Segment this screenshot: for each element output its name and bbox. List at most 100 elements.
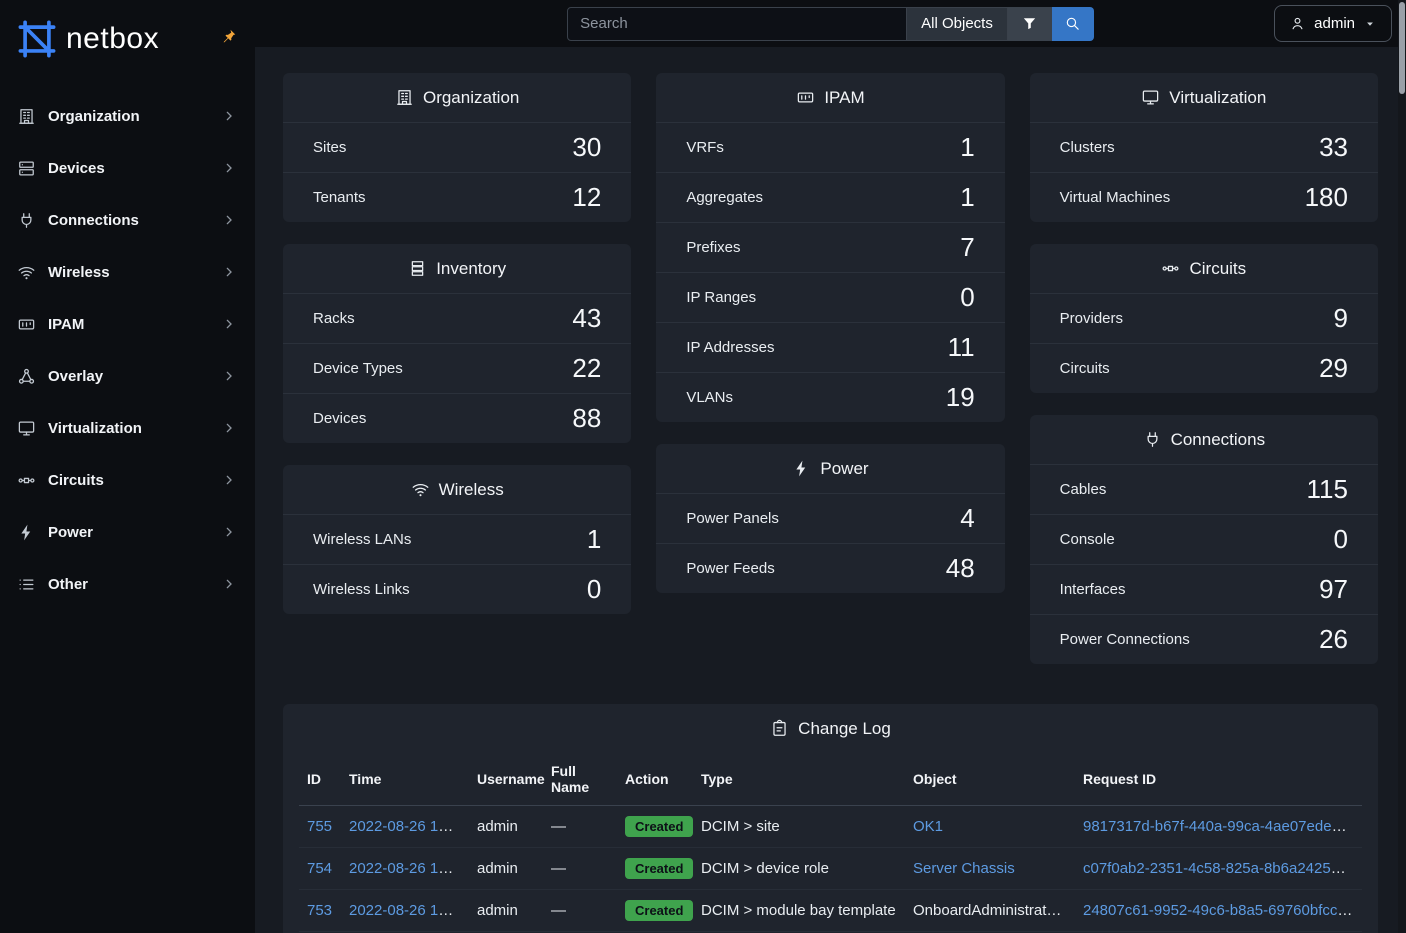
- sidebar-item-label: Organization: [48, 108, 221, 125]
- col-time[interactable]: Time: [341, 753, 469, 806]
- stat-link-console[interactable]: Console: [1060, 531, 1115, 548]
- chevron-right-icon: [221, 420, 237, 436]
- changelog-time-link[interactable]: 2022-08-26 14:15: [349, 902, 467, 919]
- stat-row: IP Addresses 11: [656, 322, 1004, 372]
- col-username[interactable]: Username: [469, 753, 543, 806]
- pin-icon[interactable]: [221, 28, 237, 44]
- chevron-right-icon: [221, 264, 237, 280]
- stat-link-aggregates[interactable]: Aggregates: [686, 189, 763, 206]
- stat-link-racks[interactable]: Racks: [313, 310, 355, 327]
- circuits-card: Circuits Providers 9 Circuits 29: [1030, 244, 1378, 393]
- wifi-icon: [411, 480, 430, 499]
- action-badge: Created: [625, 858, 693, 879]
- stat-link-circuits[interactable]: Circuits: [1060, 360, 1110, 377]
- col-object[interactable]: Object: [905, 753, 1075, 806]
- changelog-username: admin: [477, 818, 518, 835]
- server-icon: [17, 159, 36, 178]
- changelog-id-link[interactable]: 753: [307, 902, 332, 919]
- stack-icon: [408, 259, 427, 278]
- action-badge: Created: [625, 816, 693, 837]
- sidebar-item-label: Wireless: [48, 264, 221, 281]
- filter-icon: [1021, 15, 1038, 32]
- stat-value: 33: [1319, 132, 1348, 163]
- stat-link-interfaces[interactable]: Interfaces: [1060, 581, 1126, 598]
- changelog-object-link[interactable]: OK1: [913, 818, 943, 835]
- stat-row: Device Types 22: [283, 343, 631, 393]
- scrollbar-thumb[interactable]: [1399, 2, 1405, 94]
- ipam-card-header: IPAM: [656, 73, 1004, 122]
- changelog-id-link[interactable]: 755: [307, 818, 332, 835]
- col-action[interactable]: Action: [617, 753, 693, 806]
- stat-link-wireless-links[interactable]: Wireless Links: [313, 581, 410, 598]
- stat-link-sites[interactable]: Sites: [313, 139, 346, 156]
- stat-link-cables[interactable]: Cables: [1060, 481, 1107, 498]
- col-id[interactable]: ID: [299, 753, 341, 806]
- stat-row: Tenants 12: [283, 172, 631, 222]
- lightning-bolt-icon: [17, 523, 36, 542]
- stat-row: Power Feeds 48: [656, 543, 1004, 593]
- action-badge: Created: [625, 900, 693, 921]
- monitor-icon: [17, 419, 36, 438]
- stat-link-virtual-machines[interactable]: Virtual Machines: [1060, 189, 1171, 206]
- stat-row: Wireless LANs 1: [283, 514, 631, 564]
- circuits-card-header: Circuits: [1030, 244, 1378, 293]
- col-request-id[interactable]: Request ID: [1075, 753, 1362, 806]
- sidebar-item-organization[interactable]: Organization: [0, 90, 255, 142]
- search-submit-button[interactable]: [1052, 7, 1094, 41]
- cable-icon: [17, 211, 36, 230]
- stat-value: 22: [572, 353, 601, 384]
- stat-value: 97: [1319, 574, 1348, 605]
- stat-link-wireless-lans[interactable]: Wireless LANs: [313, 531, 411, 548]
- stat-link-device-types[interactable]: Device Types: [313, 360, 403, 377]
- stat-value: 180: [1305, 182, 1348, 213]
- filter-button[interactable]: [1008, 7, 1052, 41]
- search-input[interactable]: [567, 7, 907, 41]
- stat-link-clusters[interactable]: Clusters: [1060, 139, 1115, 156]
- sidebar-item-ipam[interactable]: IPAM: [0, 298, 255, 350]
- topbar: All Objects admin: [255, 0, 1406, 47]
- changelog-time-link[interactable]: 2022-08-26 14:17: [349, 860, 467, 877]
- sidebar-item-wireless[interactable]: Wireless: [0, 246, 255, 298]
- stat-value: 88: [572, 403, 601, 434]
- card-title: IPAM: [824, 88, 864, 108]
- stat-value: 12: [572, 182, 601, 213]
- brand-wordmark[interactable]: netbox: [66, 22, 159, 56]
- changelog-id-link[interactable]: 754: [307, 860, 332, 877]
- stat-row: Devices 88: [283, 393, 631, 443]
- changelog-object-link[interactable]: Server Chassis: [913, 860, 1015, 877]
- col-full-name[interactable]: Full Name: [543, 753, 617, 806]
- col-type[interactable]: Type: [693, 753, 905, 806]
- object-type-dropdown[interactable]: All Objects: [907, 7, 1008, 41]
- changelog-time-link[interactable]: 2022-08-26 14:22: [349, 818, 467, 835]
- sidebar-item-circuits[interactable]: Circuits: [0, 454, 255, 506]
- sidebar-item-overlay[interactable]: Overlay: [0, 350, 255, 402]
- changelog-request-id-link[interactable]: 24807c61-9952-49c6-b8a5-69760bfcc4b3: [1083, 902, 1362, 919]
- user-menu-button[interactable]: admin: [1274, 5, 1392, 42]
- netbox-logo-icon[interactable]: [16, 18, 58, 60]
- stat-value: 9: [1334, 303, 1348, 334]
- changelog-request-id-link[interactable]: 9817317d-b67f-440a-99ca-4ae07ede94df: [1083, 818, 1361, 835]
- sidebar-item-power[interactable]: Power: [0, 506, 255, 558]
- changelog-type: DCIM > device role: [701, 860, 829, 877]
- stat-link-devices[interactable]: Devices: [313, 410, 366, 427]
- stat-link-vrfs[interactable]: VRFs: [686, 139, 724, 156]
- changelog-request-id-link[interactable]: c07f0ab2-2351-4c58-825a-8b6a2425a1ab: [1083, 860, 1362, 877]
- stat-link-vlans[interactable]: VLANs: [686, 389, 733, 406]
- stat-link-providers[interactable]: Providers: [1060, 310, 1123, 327]
- sidebar-item-connections[interactable]: Connections: [0, 194, 255, 246]
- stat-link-power-connections[interactable]: Power Connections: [1060, 631, 1190, 648]
- sidebar-item-virtualization[interactable]: Virtualization: [0, 402, 255, 454]
- sidebar-item-devices[interactable]: Devices: [0, 142, 255, 194]
- sidebar-item-other[interactable]: Other: [0, 558, 255, 610]
- person-icon: [1289, 15, 1306, 32]
- scrollbar-track[interactable]: [1398, 0, 1406, 933]
- stat-link-tenants[interactable]: Tenants: [313, 189, 366, 206]
- sidebar: netbox Organization Devices Connections: [0, 0, 255, 933]
- stat-link-ip-addresses[interactable]: IP Addresses: [686, 339, 774, 356]
- stat-link-power-panels[interactable]: Power Panels: [686, 510, 779, 527]
- chevron-right-icon: [221, 316, 237, 332]
- stat-link-power-feeds[interactable]: Power Feeds: [686, 560, 774, 577]
- stat-link-ip-ranges[interactable]: IP Ranges: [686, 289, 756, 306]
- stat-link-prefixes[interactable]: Prefixes: [686, 239, 740, 256]
- stat-row: VRFs 1: [656, 122, 1004, 172]
